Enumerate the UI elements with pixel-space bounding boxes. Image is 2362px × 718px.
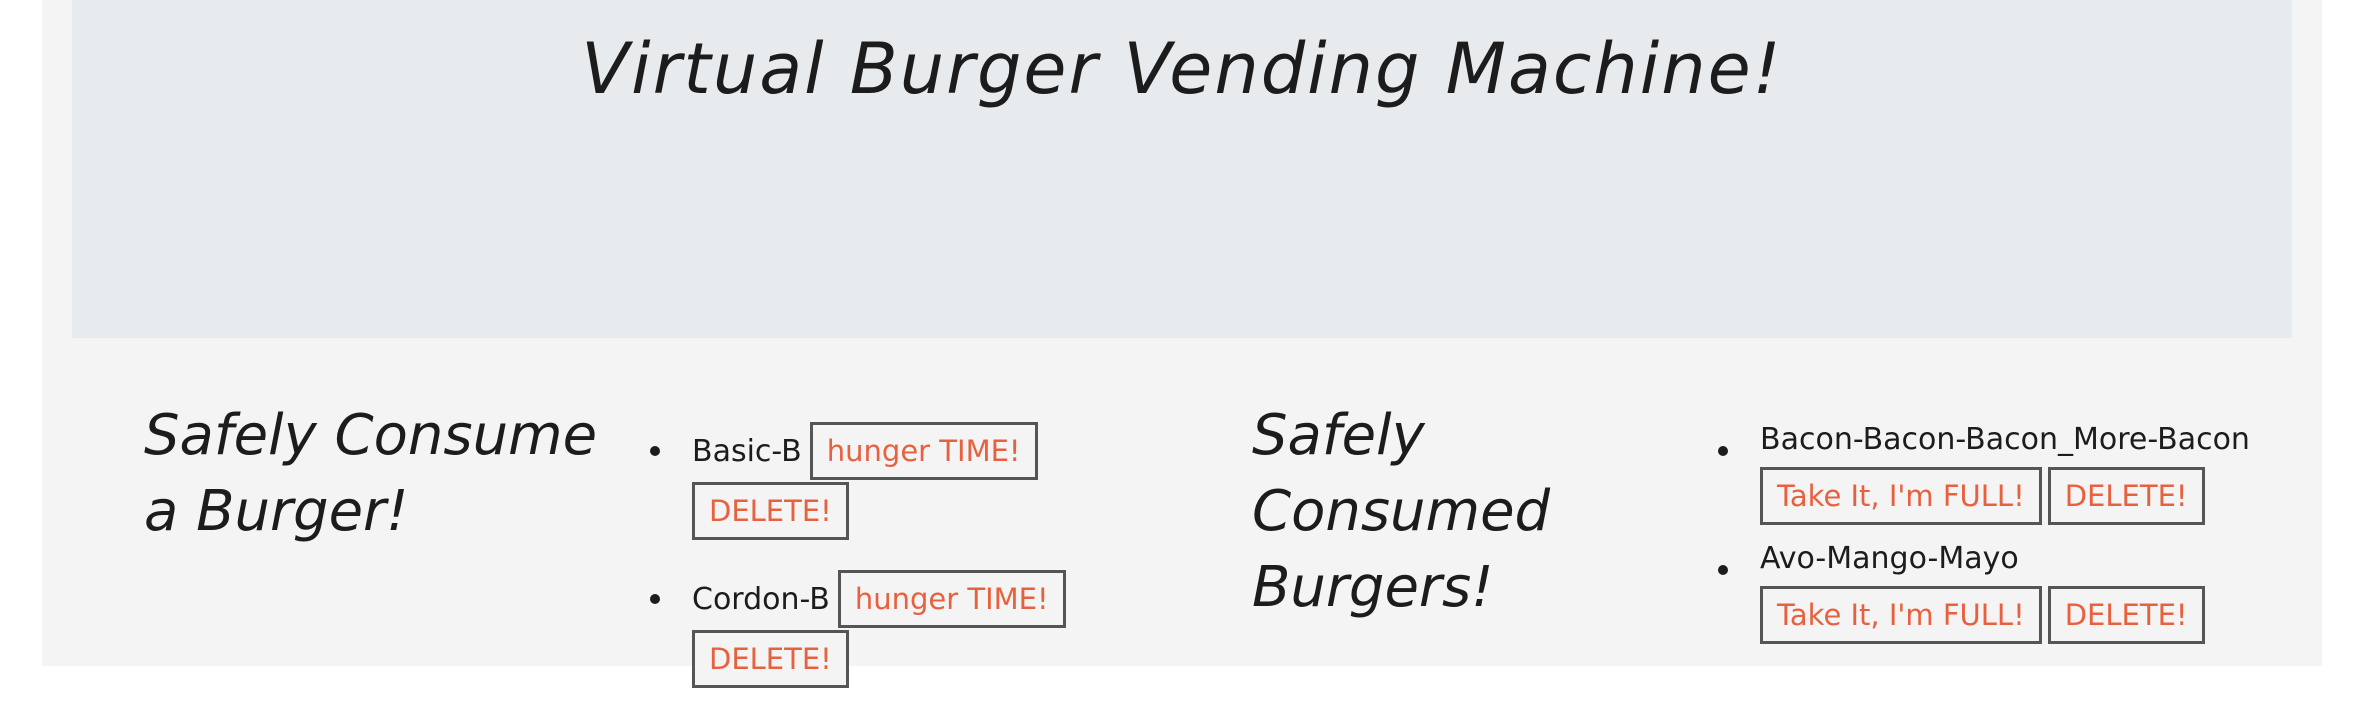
burger-name: Avo-Mango-Mayo	[1760, 541, 2019, 576]
page-title: Virtual Burger Vending Machine!	[581, 28, 1783, 110]
burger-name: Cordon-B	[692, 581, 830, 617]
consume-heading: Safely Consume a Burger!	[144, 403, 598, 544]
burger-name: Basic-B	[692, 433, 802, 469]
eaten-burger-list: Bacon-Bacon-Bacon_More-Bacon Take It, I'…	[1710, 422, 2330, 660]
take-it-full-button[interactable]: Take It, I'm FULL!	[1760, 467, 2042, 525]
hunger-time-button[interactable]: hunger TIME!	[809, 422, 1038, 480]
burger-name: Bacon-Bacon-Bacon_More-Bacon	[1760, 422, 2250, 457]
list-item: Bacon-Bacon-Bacon_More-Bacon Take It, I'…	[1710, 422, 2330, 525]
hunger-time-button[interactable]: hunger TIME!	[837, 570, 1066, 628]
page-container: Virtual Burger Vending Machine! Safely C…	[42, 0, 2322, 688]
header-jumbotron: Virtual Burger Vending Machine!	[72, 0, 2292, 338]
list-item: Cordon-B hunger TIME! DELETE!	[642, 570, 1162, 688]
list-item: Basic-B hunger TIME! DELETE!	[642, 422, 1162, 540]
delete-button[interactable]: DELETE!	[2047, 467, 2205, 525]
consumed-heading: Safely Consumed Burgers!	[1252, 403, 1551, 620]
list-item: Avo-Mango-Mayo Take It, I'm FULL! DELETE!	[1710, 541, 2330, 644]
delete-button[interactable]: DELETE!	[2047, 586, 2205, 644]
take-it-full-button[interactable]: Take It, I'm FULL!	[1760, 586, 2042, 644]
delete-button[interactable]: DELETE!	[692, 630, 849, 688]
delete-button[interactable]: DELETE!	[692, 482, 849, 540]
uneaten-burger-list: Basic-B hunger TIME! DELETE! Cordon-B hung…	[642, 422, 1162, 718]
